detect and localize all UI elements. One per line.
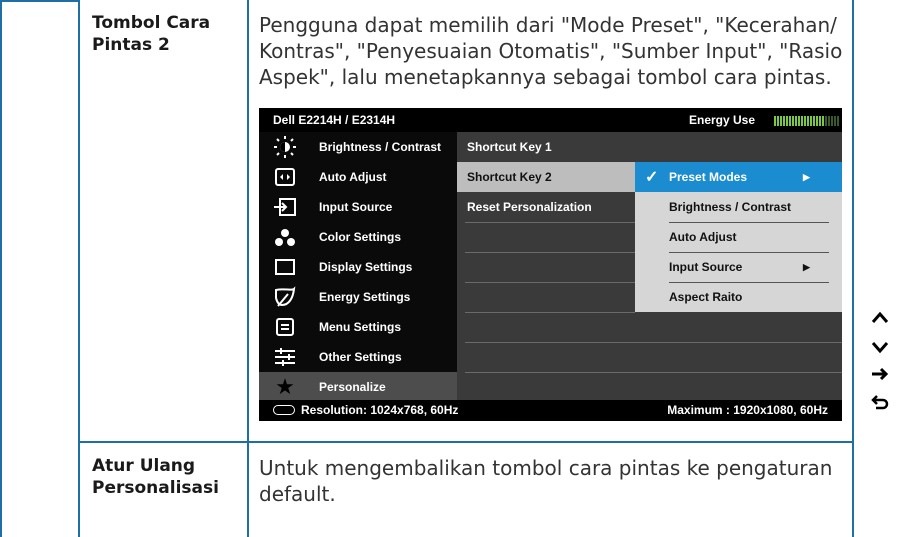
submenu-shortcut-key-2[interactable]: Shortcut Key 2 (457, 162, 635, 192)
energy-use-meter (774, 116, 840, 126)
osd-submenu: Shortcut Key 1 Shortcut Key 2 Reset Pers… (457, 132, 635, 400)
auto-adjust-icon (271, 166, 299, 188)
energy-bar-segment (792, 116, 794, 126)
table-column-divider-2 (247, 0, 249, 537)
option-auto-adjust[interactable]: Auto Adjust (635, 222, 842, 252)
up-arrow-icon[interactable] (869, 306, 891, 328)
display-settings-icon (271, 256, 299, 278)
energy-bar-segment (798, 116, 800, 126)
osd-menu-screenshot: Dell E2214H / E2314H Energy Use Brightne… (259, 108, 842, 421)
energy-bar-segment (822, 116, 824, 126)
menu-item-energy-settings[interactable]: Energy Settings (259, 282, 457, 312)
color-settings-icon (271, 226, 299, 248)
menu-item-menu-settings[interactable]: Menu Settings (259, 312, 457, 342)
osd-options-panel: ✓ Preset Modes ▶ Brightness / Contrast A… (635, 132, 842, 400)
table-column-divider-1 (78, 0, 80, 537)
menu-item-auto-adjust[interactable]: Auto Adjust (259, 162, 457, 192)
menu-settings-icon (271, 316, 299, 338)
menu-item-brightness-contrast[interactable]: Brightness / Contrast (259, 132, 457, 162)
table-top-border-left (0, 0, 78, 2)
options-list: ✓ Preset Modes ▶ Brightness / Contrast A… (635, 162, 842, 312)
option-aspect-ratio[interactable]: Aspect Raito (635, 282, 842, 312)
energy-bar-segment (810, 116, 812, 126)
energy-bar-segment (813, 116, 815, 126)
energy-bar-segment (801, 116, 803, 126)
energy-bar-segment (774, 116, 776, 126)
star-icon: ★ (275, 374, 295, 399)
submenu-divider (465, 252, 635, 253)
energy-bar-segment (816, 116, 818, 126)
energy-bar-segment (828, 116, 830, 126)
energy-bar-segment (834, 116, 836, 126)
submenu-divider (465, 312, 635, 313)
submenu-divider (465, 222, 635, 223)
table-right-border (852, 0, 854, 537)
row-divider (78, 441, 854, 443)
options-divider (635, 342, 842, 343)
checkmark-icon: ✓ (645, 169, 659, 186)
maximum-resolution: Maximum : 1920x1080, 60Hz (667, 403, 828, 417)
energy-bar-segment (807, 116, 809, 126)
menu-item-color-settings[interactable]: Color Settings (259, 222, 457, 252)
option-input-source[interactable]: Input Source ▶ (635, 252, 842, 282)
energy-use-label: Energy Use (689, 113, 756, 127)
menu-item-input-source[interactable]: Input Source (259, 192, 457, 222)
energy-bar-segment (777, 116, 779, 126)
energy-bar-segment (837, 116, 839, 126)
display-connector-icon (273, 405, 295, 415)
down-arrow-icon[interactable] (869, 336, 891, 358)
submenu-arrow-icon: ▶ (803, 171, 810, 182)
osd-main-menu: Brightness / Contrast Auto Adjust Input … (259, 132, 457, 402)
table-left-border (0, 0, 2, 537)
options-divider (635, 372, 842, 373)
osd-footer: Resolution: 1024x768, 60Hz Maximum : 192… (259, 400, 842, 421)
right-arrow-icon[interactable] (869, 364, 891, 386)
osd-title: Dell E2214H / E2314H (273, 113, 396, 127)
option-preset-modes[interactable]: ✓ Preset Modes ▶ (635, 162, 842, 192)
menu-item-other-settings[interactable]: Other Settings (259, 342, 457, 372)
row-label-shortcut-key-2: Tombol Cara Pintas 2 (92, 13, 211, 55)
energy-bar-segment (783, 116, 785, 126)
energy-bar-segment (789, 116, 791, 126)
row-description-reset-personalization: Untuk mengembalikan tombol cara pintas k… (259, 456, 833, 506)
option-brightness-contrast[interactable]: Brightness / Contrast (635, 192, 842, 222)
menu-item-personalize[interactable]: ★ Personalize (259, 372, 457, 402)
submenu-arrow-icon: ▶ (803, 261, 810, 272)
energy-bar-segment (795, 116, 797, 126)
energy-bar-segment (804, 116, 806, 126)
other-settings-icon (271, 346, 299, 368)
menu-item-display-settings[interactable]: Display Settings (259, 252, 457, 282)
energy-bar-segment (780, 116, 782, 126)
input-source-icon (271, 196, 299, 218)
energy-bar-segment (786, 116, 788, 126)
row-description-shortcut-key-2: Pengguna dapat memilih dari "Mode Preset… (259, 13, 843, 89)
row-label-reset-personalization: Atur Ulang Personalisasi (92, 456, 219, 498)
energy-bar-segment (819, 116, 821, 126)
energy-settings-icon (271, 286, 299, 308)
energy-bar-segment (825, 116, 827, 126)
submenu-divider (465, 282, 635, 283)
submenu-reset-personalization[interactable]: Reset Personalization (457, 192, 635, 222)
brightness-icon (271, 136, 299, 158)
submenu-shortcut-key-1[interactable]: Shortcut Key 1 (457, 132, 635, 162)
energy-bar-segment (831, 116, 833, 126)
submenu-divider (465, 372, 635, 373)
current-resolution: Resolution: 1024x768, 60Hz (301, 403, 459, 417)
submenu-divider (465, 342, 635, 343)
back-icon[interactable] (869, 392, 891, 414)
